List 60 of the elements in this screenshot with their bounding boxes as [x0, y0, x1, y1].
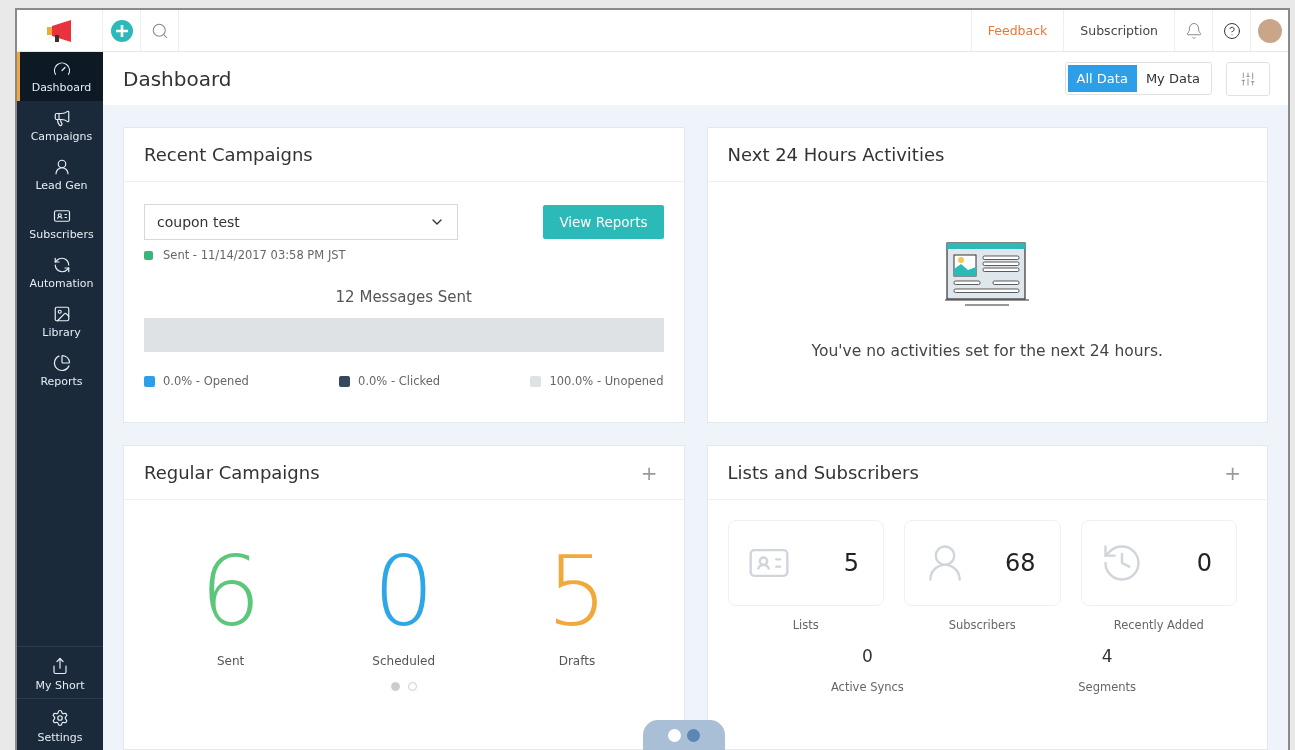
id-card-icon	[52, 207, 71, 225]
search-icon[interactable]	[150, 21, 169, 40]
sidebar-item[interactable]: Lead Gen	[17, 150, 103, 199]
view-toggle[interactable]	[643, 720, 725, 750]
toggle-dot[interactable]	[687, 728, 700, 742]
settings-icon	[51, 709, 69, 727]
gauge-icon	[52, 60, 71, 78]
messages-sent: 12 Messages Sent	[334, 288, 473, 306]
legend-label: 0.0% - Clicked	[358, 374, 441, 388]
stat-value: 5	[546, 544, 608, 640]
sidebar-item[interactable]: Campaigns	[17, 101, 103, 150]
avatar[interactable]	[1257, 18, 1282, 43]
empty-message: You've no activities set for the next 24 hours.	[811, 342, 1163, 360]
stat-label: Scheduled	[372, 654, 436, 668]
legend-label: 100.0% - Unopened	[549, 374, 664, 388]
page-title: Dashboard	[123, 66, 233, 91]
stat-label: Active Syncs	[830, 680, 904, 694]
stat-label: Sent	[216, 654, 245, 668]
page-dot[interactable]	[407, 682, 417, 691]
sidebar-item[interactable]: Reports	[17, 346, 103, 395]
stat-tile[interactable]: 5	[727, 520, 884, 606]
card-title: Lists and Subscribers	[727, 462, 919, 483]
sliders-icon	[1240, 70, 1256, 87]
customize-button[interactable]	[1226, 61, 1270, 96]
help-icon[interactable]	[1222, 21, 1241, 40]
add-icon[interactable]	[110, 19, 133, 42]
sidebar-item[interactable]: Subscribers	[17, 199, 103, 248]
megaphone-icon	[52, 109, 71, 127]
sidebar-item[interactable]: Dashboard	[17, 52, 103, 101]
bell-icon[interactable]	[1184, 21, 1203, 40]
sidebar-item[interactable]: Library	[17, 297, 103, 346]
share-icon	[51, 657, 69, 675]
stat-label: Segments	[1078, 680, 1136, 694]
cycle-icon	[52, 256, 71, 274]
legend-label: 0.0% - Opened	[163, 374, 249, 388]
stat-label: Subscribers	[948, 618, 1016, 632]
stat-value: 0	[1196, 549, 1212, 577]
image-icon	[52, 305, 71, 323]
subscription-link[interactable]: Subscription	[1063, 10, 1174, 51]
stat-value: 0	[861, 646, 873, 666]
page-dot[interactable]	[390, 682, 400, 691]
card-title: Next 24 Hours Activities	[727, 144, 945, 165]
toggle-dot[interactable]	[668, 728, 681, 742]
stat-label: Lists	[792, 618, 819, 632]
stat-value: 6	[200, 544, 262, 640]
person-icon	[52, 158, 71, 176]
stat-tile[interactable]: 0	[1080, 520, 1237, 606]
card-title: Recent Campaigns	[144, 144, 313, 165]
stat-value: 0	[373, 544, 435, 640]
stat-value: 4	[1101, 646, 1113, 666]
stat-label: Recently Added	[1113, 618, 1204, 632]
sidebar-item[interactable]: Automation	[17, 248, 103, 297]
card-title: Regular Campaigns	[144, 462, 320, 483]
stat-value: 68	[1004, 549, 1036, 577]
status-text: Sent - 11/14/2017 03:58 PM JST	[163, 248, 346, 262]
campaign-select[interactable]: coupon test	[144, 204, 458, 240]
stat-tile[interactable]: 68	[904, 520, 1061, 606]
stat-value: 5	[843, 549, 859, 577]
pie-chart-icon	[52, 354, 71, 372]
stat-label: Drafts	[558, 654, 596, 668]
